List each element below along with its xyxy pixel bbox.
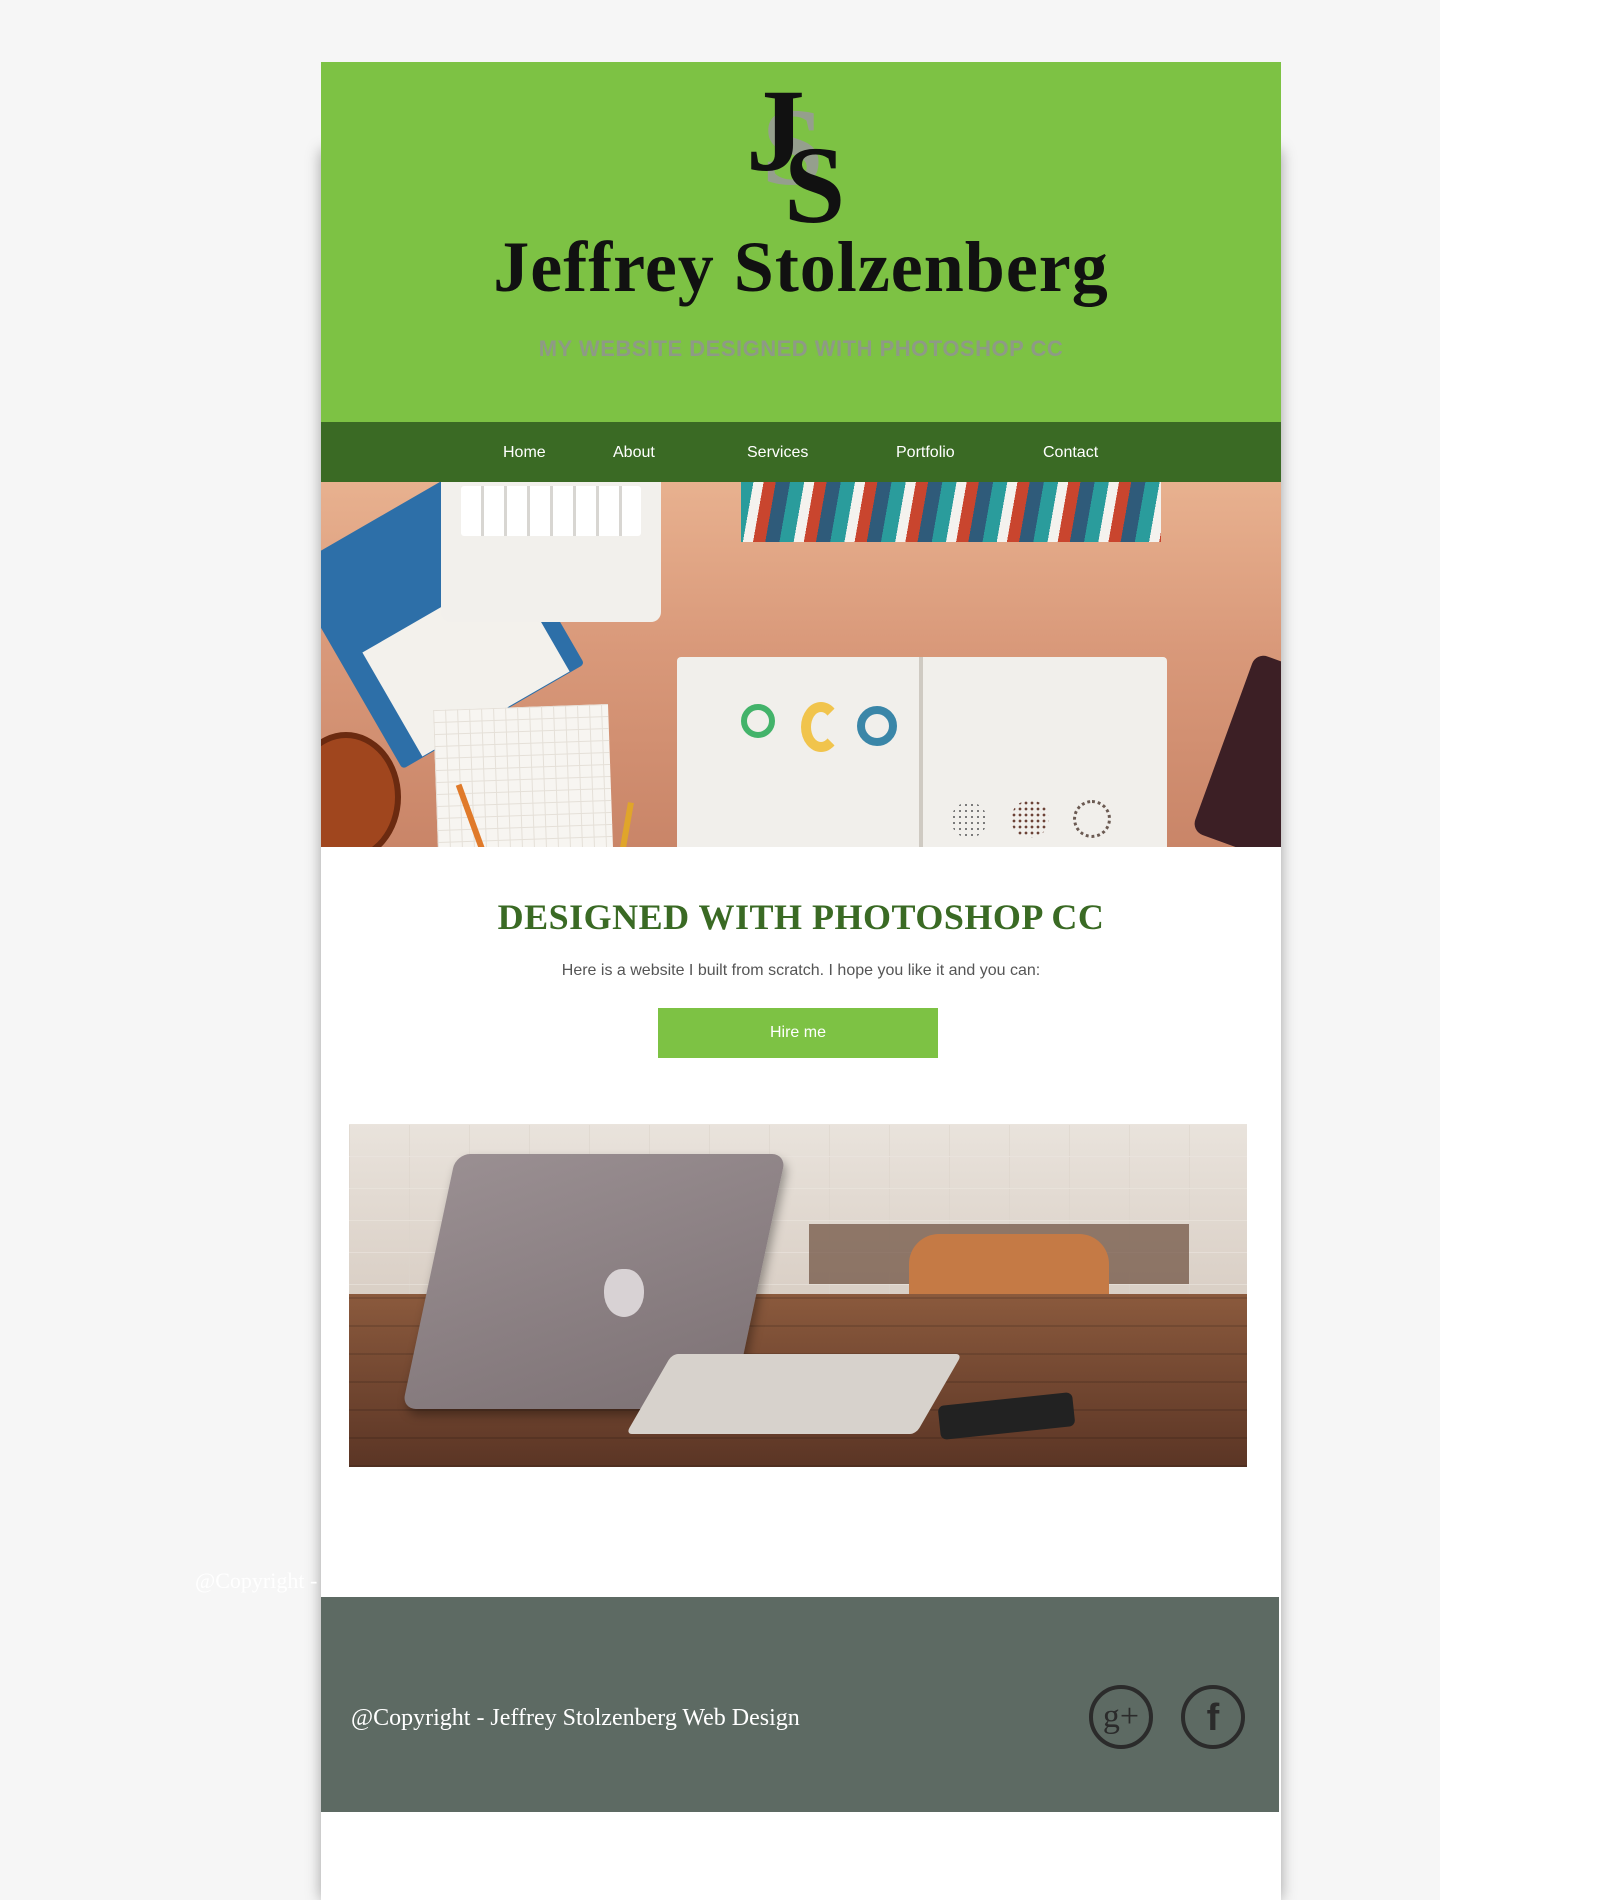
- nav-portfolio[interactable]: Portfolio: [896, 444, 955, 462]
- monogram-letter-s: S: [784, 124, 846, 246]
- hero-pencil: [614, 802, 634, 847]
- google-plus-icon[interactable]: g+: [1089, 1685, 1153, 1749]
- hero-dots-logo: [951, 802, 987, 838]
- nav-about[interactable]: About: [613, 444, 655, 462]
- site-title: Jeffrey Stolzenberg: [493, 227, 1109, 307]
- laptop-photo: [349, 1124, 1247, 1467]
- apple-logo-icon: [604, 1269, 644, 1317]
- photo-laptop-base: [625, 1354, 963, 1434]
- nav-services[interactable]: Services: [747, 444, 808, 462]
- footer-copyright: @Copyright - Jeffrey Stolzenberg Web Des…: [351, 1705, 800, 1731]
- hero-books-row: [741, 482, 1161, 542]
- nav-home[interactable]: Home: [503, 444, 546, 462]
- hero-image-desk: [321, 482, 1281, 847]
- hero-bowl: [321, 732, 401, 847]
- hero-dots-logo: [1011, 800, 1049, 838]
- facebook-icon[interactable]: f: [1181, 1685, 1245, 1749]
- hero-c-logo: [801, 702, 841, 752]
- section-heading: DESIGNED WITH PHOTOSHOP CC: [497, 897, 1105, 937]
- site-tagline: MY WEBSITE DESIGNED WITH PHOTOSHOP CC: [538, 336, 1064, 361]
- hero-book-spine: [919, 657, 923, 847]
- main-nav: Home About Services Portfolio Contact: [321, 422, 1281, 482]
- js-monogram-logo[interactable]: S J S: [740, 72, 860, 246]
- hero-phone: [1191, 652, 1281, 847]
- ghost-copyright-text: @Copyright -: [195, 1568, 318, 1593]
- hero-notepad: [433, 703, 614, 847]
- site-footer: @Copyright - Jeffrey Stolzenberg Web Des…: [321, 1597, 1279, 1812]
- hero-a-logo: [857, 706, 897, 746]
- nav-contact[interactable]: Contact: [1043, 444, 1098, 462]
- hero-dots-logo: [1073, 800, 1111, 838]
- hero-keys: [461, 486, 641, 536]
- hire-me-button[interactable]: Hire me: [658, 1008, 938, 1058]
- intro-text: Here is a website I built from scratch. …: [561, 962, 1041, 979]
- hero-quark-logo: [741, 704, 775, 738]
